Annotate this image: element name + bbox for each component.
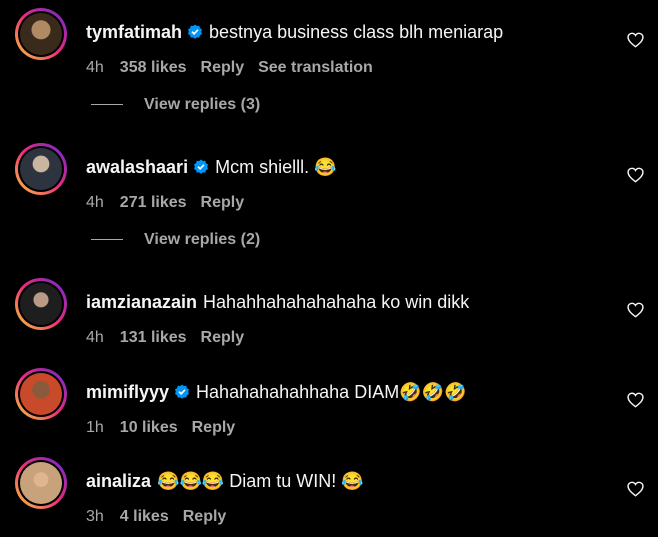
timestamp: 4h — [86, 194, 104, 211]
avatar[interactable] — [15, 143, 67, 195]
likes-count[interactable]: 4 likes — [120, 508, 169, 525]
comment-text: bestnya business class blh meniarap — [209, 22, 504, 42]
comment-item: mimiflyyy Hahahahahahhaha DIAM🤣🤣🤣 1h 10 li… — [0, 368, 658, 448]
username[interactable]: iamzianazain — [86, 292, 197, 312]
heart-outline-icon[interactable] — [627, 167, 644, 183]
comment-text: Mcm shielll. 😂 — [215, 157, 337, 177]
verified-badge-icon — [194, 159, 209, 174]
timestamp: 3h — [86, 508, 104, 525]
avatar[interactable] — [15, 457, 67, 509]
username[interactable]: awalashaari — [86, 157, 188, 177]
timestamp: 4h — [86, 59, 104, 76]
reply-button[interactable]: Reply — [192, 419, 236, 436]
timestamp: 4h — [86, 329, 104, 346]
verified-badge-icon — [188, 24, 203, 39]
verified-badge-icon — [175, 384, 190, 399]
comment-item: iamzianazain Hahahhahahahahaha ko win dik… — [0, 278, 658, 358]
view-replies-label[interactable]: View replies (2) — [144, 231, 260, 248]
reply-button[interactable]: Reply — [201, 329, 245, 346]
username[interactable]: tymfatimah — [86, 22, 182, 42]
comment-item: tymfatimah bestnya business class blh men… — [0, 8, 658, 88]
avatar[interactable] — [15, 8, 67, 60]
avatar[interactable] — [15, 278, 67, 330]
comment-item: ainaliza 😂😂😂 Diam tu WIN! 😂 3h 4 likes Repl… — [0, 457, 658, 537]
reply-button[interactable]: Reply — [183, 508, 227, 525]
view-replies-button[interactable]: View replies (3) — [91, 96, 260, 116]
comment-item: awalashaari Mcm shielll. 😂 4h 271 likes Rep… — [0, 143, 658, 223]
comment-text: Hahahahahahhaha DIAM🤣🤣🤣 — [196, 382, 467, 402]
heart-outline-icon[interactable] — [627, 392, 644, 408]
heart-outline-icon[interactable] — [627, 32, 644, 48]
reply-button[interactable]: Reply — [201, 59, 245, 76]
likes-count[interactable]: 358 likes — [120, 59, 187, 76]
comment-text: Hahahhahahahahaha ko win dikk — [203, 292, 470, 312]
view-replies-label[interactable]: View replies (3) — [144, 96, 260, 113]
heart-outline-icon[interactable] — [627, 481, 644, 497]
heart-outline-icon[interactable] — [627, 302, 644, 318]
replies-divider — [91, 104, 123, 106]
replies-divider — [91, 239, 123, 241]
comment-text: 😂😂😂 Diam tu WIN! 😂 — [157, 471, 364, 491]
view-replies-button[interactable]: View replies (2) — [91, 231, 260, 251]
avatar[interactable] — [15, 368, 67, 420]
see-translation-button[interactable]: See translation — [258, 59, 373, 76]
timestamp: 1h — [86, 419, 104, 436]
likes-count[interactable]: 131 likes — [120, 329, 187, 346]
username[interactable]: ainaliza — [86, 471, 151, 491]
likes-count[interactable]: 271 likes — [120, 194, 187, 211]
likes-count[interactable]: 10 likes — [120, 419, 178, 436]
reply-button[interactable]: Reply — [201, 194, 245, 211]
username[interactable]: mimiflyyy — [86, 382, 169, 402]
